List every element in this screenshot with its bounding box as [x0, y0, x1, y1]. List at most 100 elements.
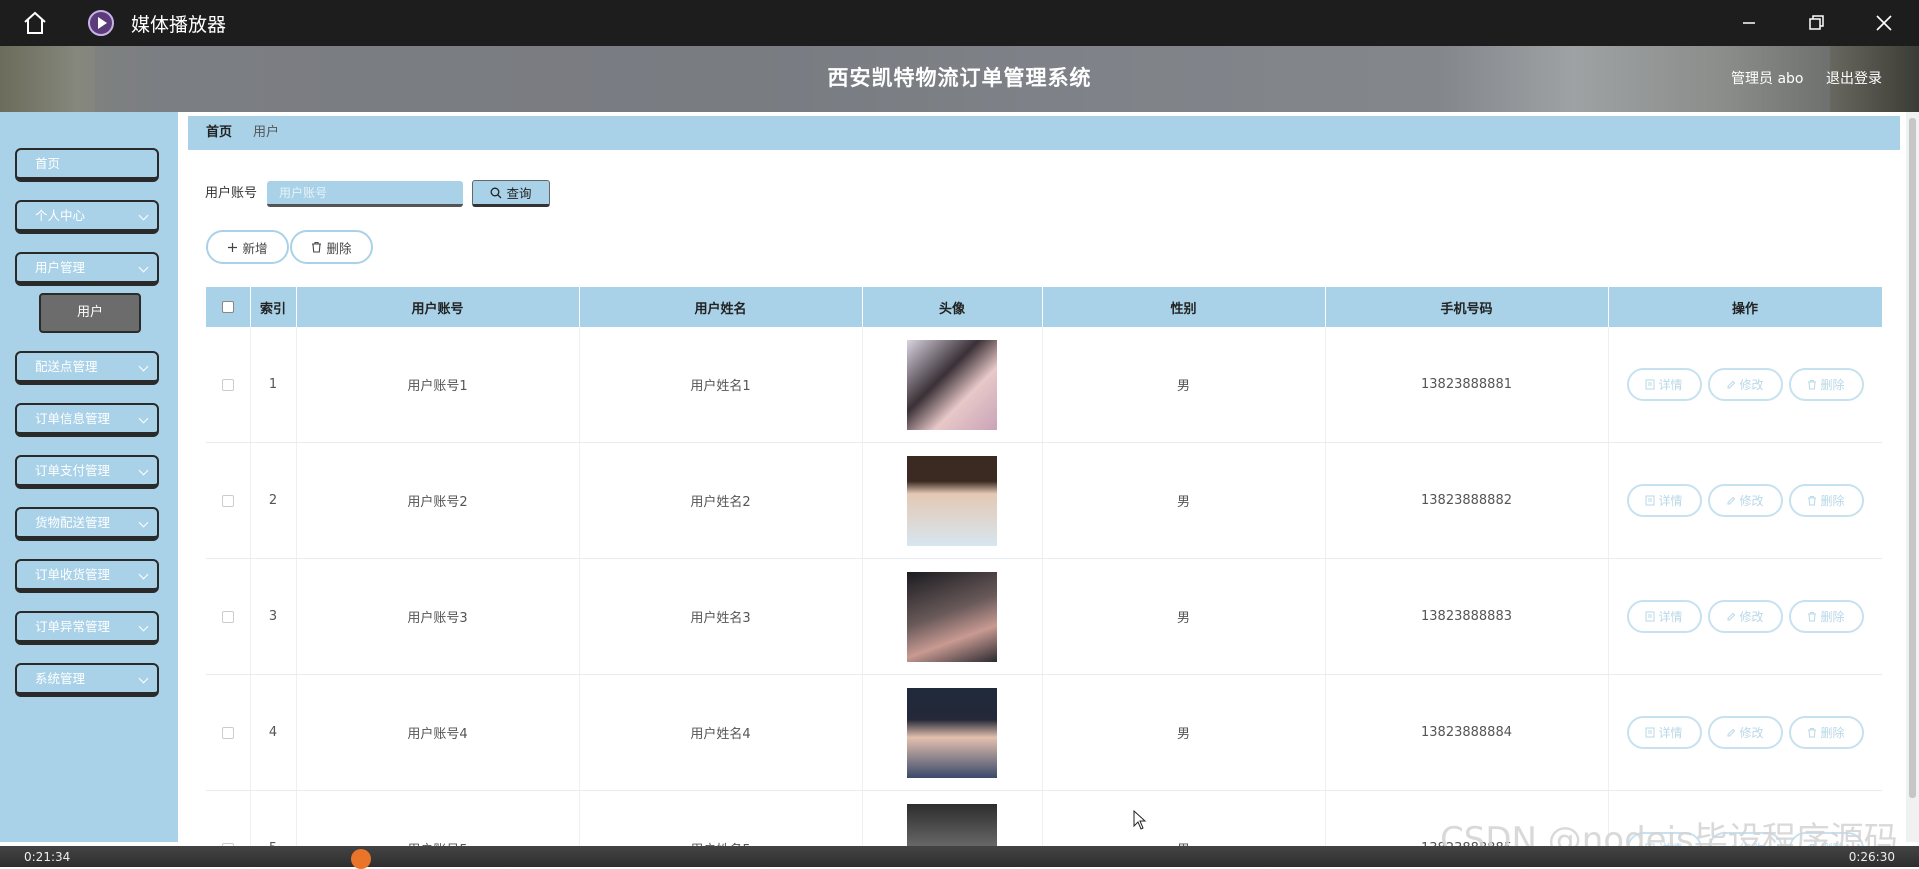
user-table: 索引 用户账号 用户姓名 头像 性别 手机号码 操作 1 用户账号1 用户姓名1 男 1…	[206, 287, 1882, 867]
edit-button[interactable]: 修改	[1707, 716, 1783, 749]
batch-delete-button[interactable]: 删除	[290, 230, 373, 264]
name-cell: 用户姓名3	[579, 558, 863, 675]
detail-label: 详情	[1658, 610, 1683, 624]
delete-button[interactable]: 删除	[1788, 716, 1864, 749]
delete-button[interactable]: 删除	[1788, 600, 1864, 633]
edit-label: 修改	[1739, 610, 1764, 624]
select-all-checkbox[interactable]	[221, 301, 234, 313]
edit-button[interactable]: 修改	[1707, 600, 1783, 633]
edit-label: 修改	[1739, 494, 1764, 508]
edit-icon	[1727, 612, 1736, 620]
delete-button[interactable]: 删除	[1788, 484, 1864, 517]
avatar	[907, 571, 997, 662]
sidebar-item-profile[interactable]: 个人中心	[15, 200, 159, 234]
add-button[interactable]: 新增	[206, 230, 289, 264]
chevron-down-icon	[138, 621, 149, 632]
detail-button[interactable]: 详情	[1626, 368, 1702, 401]
search-input[interactable]	[267, 181, 463, 207]
sidebar-item-label: 系统管理	[35, 671, 86, 686]
sidebar-item-goods-delivery[interactable]: 货物配送管理	[15, 507, 159, 541]
chevron-down-icon	[138, 569, 149, 580]
sidebar-item-delivery-points[interactable]: 配送点管理	[15, 351, 159, 385]
detail-label: 详情	[1658, 726, 1683, 740]
chevron-down-icon	[138, 673, 149, 684]
edit-button[interactable]: 修改	[1707, 484, 1783, 517]
sidebar-item-order-exception[interactable]: 订单异常管理	[15, 611, 159, 645]
restore-icon[interactable]	[1802, 10, 1830, 36]
player-title-bar: 媒体播放器	[0, 0, 1919, 46]
edit-button[interactable]: 修改	[1707, 368, 1783, 401]
sidebar-item-label: 订单收货管理	[35, 567, 111, 582]
sidebar-item-order-receipt[interactable]: 订单收货管理	[15, 559, 159, 593]
chevron-down-icon	[138, 413, 149, 424]
sidebar-item-home[interactable]: 首页	[15, 148, 159, 182]
edit-label: 修改	[1739, 726, 1764, 740]
chevron-down-icon	[138, 517, 149, 528]
detail-button[interactable]: 详情	[1626, 600, 1702, 633]
chevron-down-icon	[138, 262, 149, 273]
row-checkbox[interactable]	[221, 494, 234, 507]
gender-cell: 男	[1042, 442, 1326, 559]
row-select-cell[interactable]	[206, 558, 251, 675]
plus-icon	[228, 242, 238, 252]
delete-label: 删除	[1820, 494, 1845, 508]
detail-button[interactable]: 详情	[1626, 484, 1702, 517]
row-checkbox[interactable]	[221, 378, 234, 391]
sidebar-item-system[interactable]: 系统管理	[15, 663, 159, 697]
sidebar-item-label: 订单异常管理	[35, 619, 111, 634]
seek-handle[interactable]	[351, 849, 371, 869]
delete-button[interactable]: 删除	[1788, 368, 1864, 401]
breadcrumb-home[interactable]: 首页	[206, 116, 232, 150]
sidebar-subitem-users[interactable]: 用户	[39, 293, 141, 333]
elapsed-time: 0:21:34	[24, 850, 71, 864]
breadcrumb: 首页 用户	[188, 116, 1900, 150]
index-cell: 1	[250, 327, 297, 443]
document-icon	[1645, 379, 1655, 390]
logout-link[interactable]: 退出登录	[1826, 68, 1882, 88]
row-checkbox[interactable]	[221, 610, 234, 623]
sidebar-item-order-payment[interactable]: 订单支付管理	[15, 455, 159, 489]
actions-cell: 详情 修改 删除	[1608, 674, 1882, 791]
account-cell: 用户账号1	[296, 327, 580, 443]
add-button-label: 新增	[242, 240, 268, 256]
home-icon[interactable]	[22, 11, 48, 35]
row-select-cell[interactable]	[206, 327, 251, 443]
table-header-row: 索引 用户账号 用户姓名 头像 性别 手机号码 操作	[206, 287, 1882, 327]
trash-icon	[1808, 496, 1817, 506]
sidebar-item-label: 个人中心	[35, 208, 86, 223]
minimize-icon[interactable]	[1735, 10, 1763, 36]
avatar-cell	[862, 442, 1043, 559]
select-all-cell[interactable]	[206, 287, 251, 327]
detail-button[interactable]: 详情	[1626, 716, 1702, 749]
mouse-cursor-icon	[1133, 810, 1147, 830]
row-select-cell[interactable]	[206, 442, 251, 559]
avatar-cell	[862, 327, 1043, 443]
index-cell: 3	[250, 558, 297, 675]
system-header: 西安凯特物流订单管理系统 管理员 abo 退出登录	[0, 46, 1919, 112]
sidebar-item-order-info[interactable]: 订单信息管理	[15, 403, 159, 437]
name-cell: 用户姓名1	[579, 327, 863, 443]
index-cell: 4	[250, 674, 297, 791]
actions-cell: 详情 修改 删除	[1608, 327, 1882, 443]
edit-icon	[1727, 496, 1736, 504]
search-label: 用户账号	[205, 186, 258, 201]
phone-cell: 13823888881	[1325, 327, 1609, 443]
query-button[interactable]: 查询	[472, 180, 550, 207]
scrollbar-thumb[interactable]	[1909, 118, 1916, 798]
account-cell: 用户账号2	[296, 442, 580, 559]
table-row: 3 用户账号3 用户姓名3 男 13823888883 详情 修改 删除	[206, 558, 1882, 675]
close-icon[interactable]	[1870, 10, 1898, 36]
row-checkbox[interactable]	[221, 726, 234, 739]
edit-icon	[1727, 380, 1736, 388]
sidebar-item-user-management[interactable]: 用户管理	[15, 252, 159, 286]
gender-cell: 男	[1042, 674, 1326, 791]
chevron-down-icon	[138, 210, 149, 221]
delete-label: 删除	[1820, 726, 1845, 740]
avatar	[907, 339, 997, 430]
system-title: 西安凯特物流订单管理系统	[827, 66, 1092, 90]
name-cell: 用户姓名2	[579, 442, 863, 559]
sidebar-item-label: 用户管理	[35, 260, 86, 275]
trash-icon	[1808, 612, 1817, 622]
row-select-cell[interactable]	[206, 674, 251, 791]
edit-label: 修改	[1739, 378, 1764, 392]
